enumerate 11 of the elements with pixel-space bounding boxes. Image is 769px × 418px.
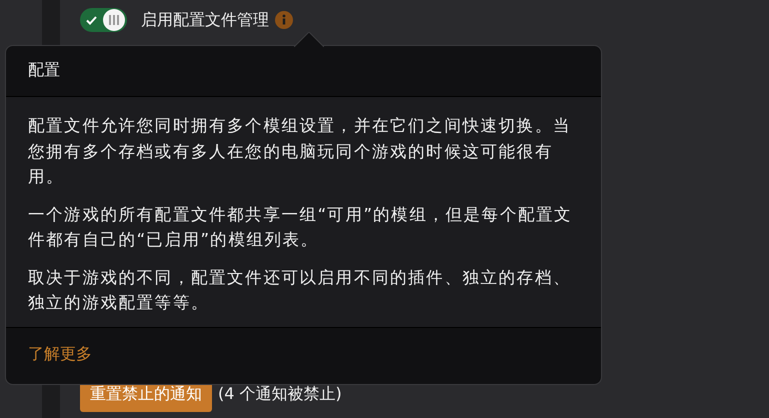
check-icon — [86, 16, 97, 24]
toggle-switch[interactable] — [80, 8, 127, 32]
info-icon[interactable] — [275, 11, 293, 29]
popover-paragraph: 一个游戏的所有配置文件都共享一组“可用”的模组，但是每个配置文件都有自己的“已启用”的模组列表。 — [28, 204, 574, 251]
popover-paragraph: 取决于游戏的不同，配置文件还可以启用不同的插件、独立的存档、独立的游戏配置等等。 — [28, 266, 572, 314]
learn-more-link[interactable]: 了解更多 — [28, 344, 92, 363]
toggle-thumb[interactable] — [103, 9, 125, 31]
popover-title: 配置 — [28, 60, 60, 79]
toggle-label: 启用配置文件管理 — [141, 10, 269, 30]
popover-paragraph: 配置文件允许您同时拥有多个模组设置，并在它们之间快速切换。当您拥有多个存档或有多人在您的电脑玩同个游戏的时候这可能很有用。 — [28, 115, 572, 188]
suppressed-count: (4 个通知被禁止) — [218, 384, 342, 405]
